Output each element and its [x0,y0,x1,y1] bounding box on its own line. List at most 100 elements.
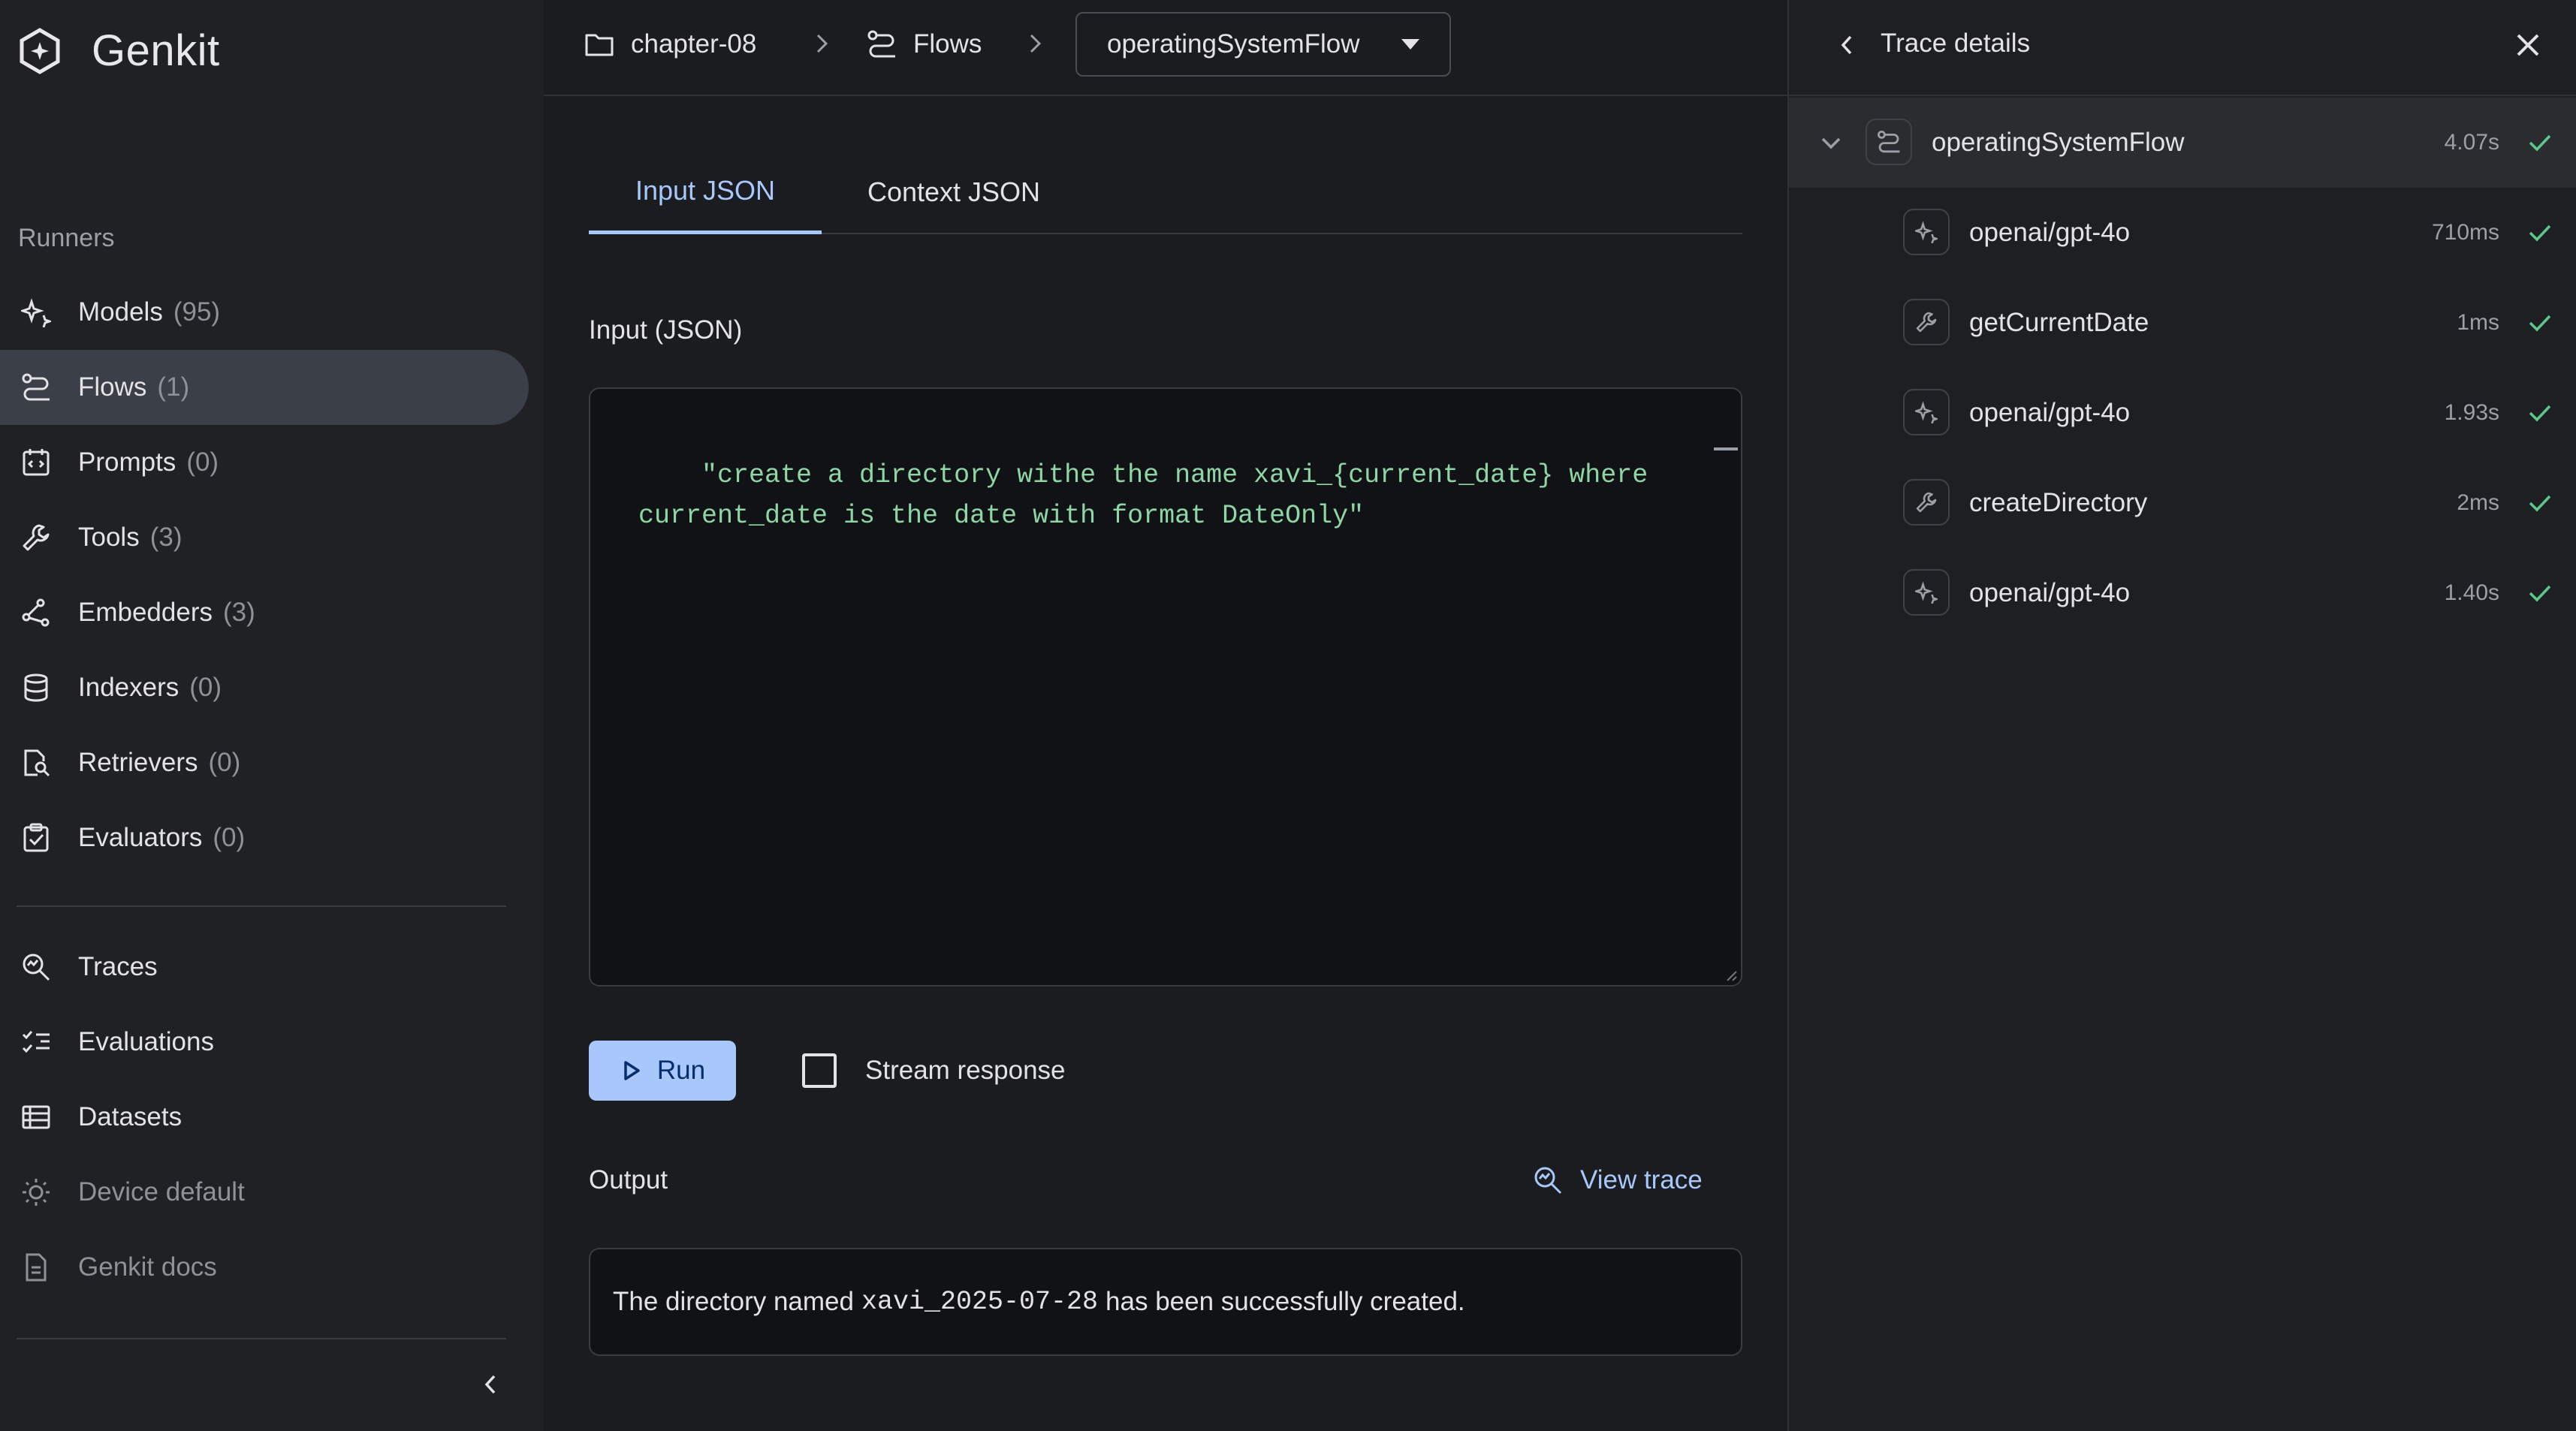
breadcrumb-section-label: Flows [913,29,982,59]
check-icon [2525,308,2555,338]
stream-response-checkbox[interactable] [802,1053,837,1088]
main-panel: chapter-08 Flows operatingSystemFlow Inp… [544,0,1787,1431]
flow-selector[interactable]: operatingSystemFlow [1075,12,1451,77]
editor-scroll-indicator [1714,447,1738,450]
check-icon [2525,218,2555,248]
sidebar-item-label: Indexers [78,673,179,702]
model-icon [1903,209,1950,255]
prompt-icon [20,446,53,479]
sidebar-item-count: (95) [173,297,221,327]
sidebar-item-count: (3) [149,523,182,552]
run-button-label: Run [656,1056,706,1085]
sidebar-item-label: Flows [78,372,147,402]
span-duration: 2ms [2457,490,2499,515]
checklist-icon [20,1026,53,1059]
trace-span-row[interactable]: openai/gpt-4o 710ms [1789,188,2576,278]
sidebar-item-embedders[interactable]: Embedders (3) [0,575,529,650]
sidebar-item-label: Retrievers [78,748,198,777]
close-trace-button[interactable] [2510,27,2546,63]
flow-icon [865,28,898,61]
sidebar-item-datasets[interactable]: Datasets [0,1080,529,1155]
check-icon [2525,488,2555,518]
sidebar-item-label: Device default [78,1177,245,1207]
model-icon [1903,389,1950,435]
sidebar-item-label: Models [78,297,163,327]
sidebar-item-indexers[interactable]: Indexers (0) [0,650,529,725]
sidebar-item-retrievers[interactable]: Retrievers (0) [0,725,529,800]
sidebar-item-evaluations[interactable]: Evaluations [0,1005,529,1080]
trace-span-root[interactable]: operatingSystemFlow 4.07s [1789,98,2576,188]
breadcrumb: chapter-08 Flows operatingSystemFlow [544,0,1787,96]
sidebar-item-count: (0) [186,447,219,477]
trace-span-row[interactable]: openai/gpt-4o 1.40s [1789,548,2576,638]
output-box: The directory named xavi_2025-07-28 has … [589,1248,1742,1356]
clipboard-check-icon [20,821,53,854]
trace-span-row[interactable]: createDirectory 2ms [1789,458,2576,548]
span-name: getCurrentDate [1969,308,2149,337]
database-icon [20,671,53,704]
trace-search-icon [1532,1164,1564,1196]
theme-toggle[interactable]: Device default [0,1155,529,1230]
flow-selector-value: operatingSystemFlow [1107,29,1360,59]
input-label: Input (JSON) [589,315,743,345]
sidebar-item-count: (0) [213,823,246,852]
input-json-editor[interactable]: "create a directory withe the name xavi_… [589,387,1742,987]
sidebar-item-prompts[interactable]: Prompts (0) [0,425,529,500]
trace-span-row[interactable]: getCurrentDate 1ms [1789,278,2576,368]
span-name: operatingSystemFlow [1932,128,2185,157]
run-button[interactable]: Run [589,1041,736,1101]
sidebar-item-label: Evaluations [78,1027,214,1056]
tab-input-json[interactable]: Input JSON [589,150,822,234]
sidebar-footer-divider [17,1338,506,1339]
check-icon [2525,578,2555,608]
tab-context-json[interactable]: Context JSON [841,150,1066,234]
span-duration: 1.93s [2444,400,2499,425]
sidebar-item-traces[interactable]: Traces [0,929,529,1005]
sparkle-icon [20,296,53,329]
collapse-sidebar-button[interactable] [473,1366,509,1402]
model-icon [1903,569,1950,616]
app-logo[interactable]: Genkit [17,26,220,76]
span-name: openai/gpt-4o [1969,578,2131,607]
span-duration: 710ms [2431,220,2499,245]
genkit-logo-icon [17,27,63,74]
sidebar-divider [17,905,506,907]
app-name: Genkit [92,26,220,75]
breadcrumb-section[interactable]: Flows [865,21,982,68]
stream-response-label: Stream response [865,1056,1066,1085]
folder-icon [583,28,616,61]
sidebar-item-label: Traces [78,952,158,981]
span-name: openai/gpt-4o [1969,218,2131,247]
view-trace-button[interactable]: View trace [1532,1156,1703,1204]
trace-header: Trace details [1789,0,2576,96]
sidebar-item-count: (0) [189,673,222,702]
play-icon [620,1059,644,1083]
output-text-prefix: The directory named [613,1287,854,1316]
sidebar-item-docs[interactable]: Genkit docs [0,1230,529,1305]
chevron-left-icon [484,1375,496,1394]
stream-response-option[interactable]: Stream response [802,1048,1066,1093]
output-directory-name: xavi_2025-07-28 [861,1287,1099,1317]
chevron-down-icon[interactable] [1814,126,1848,159]
tool-icon [1903,479,1950,526]
sidebar-item-label: Genkit docs [78,1252,217,1282]
chevron-right-icon [816,34,828,53]
trace-back-button[interactable] [1831,29,1864,62]
trace-search-icon [20,950,53,984]
trace-span-row[interactable]: openai/gpt-4o 1.93s [1789,368,2576,458]
sidebar-item-tools[interactable]: Tools (3) [0,500,529,575]
sidebar-item-label: Evaluators [78,823,203,852]
sidebar-item-models[interactable]: Models (95) [0,275,529,350]
input-tabs: Input JSON Context JSON [589,150,1742,234]
span-duration: 1ms [2457,310,2499,335]
sidebar-item-label: Embedders [78,598,213,627]
sidebar-item-evaluators[interactable]: Evaluators (0) [0,800,529,875]
sidebar-item-count: (3) [222,598,255,627]
table-icon [20,1101,53,1134]
chevron-right-icon [1030,34,1042,53]
breadcrumb-project[interactable]: chapter-08 [583,21,756,68]
resize-handle-icon[interactable] [1724,969,1738,982]
flow-icon [1866,119,1912,165]
output-label: Output [589,1165,668,1195]
sidebar-item-flows[interactable]: Flows (1) [0,350,529,425]
